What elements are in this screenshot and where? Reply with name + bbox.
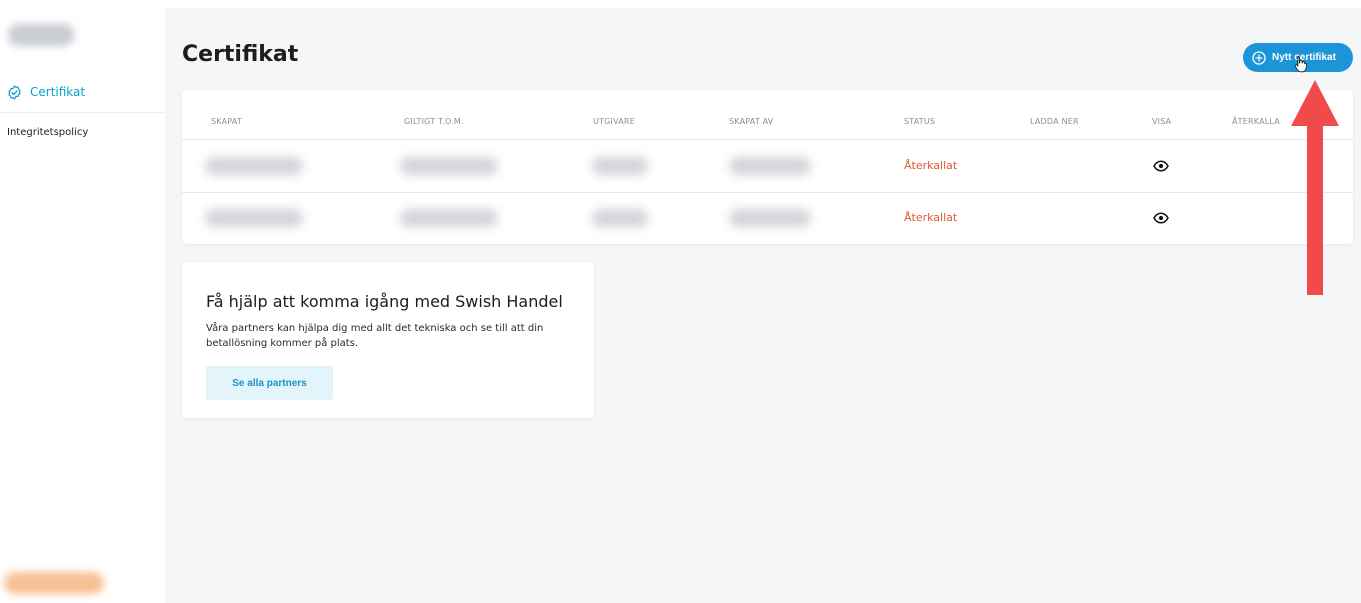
redacted-cell [205, 209, 303, 227]
redacted-cell [400, 209, 498, 227]
annotation-arrow-icon [1291, 80, 1339, 295]
status-badge: Återkallat [904, 159, 958, 172]
help-card-title: Få hjälp att komma igång med Swish Hande… [206, 292, 563, 311]
redacted-cell [729, 157, 811, 175]
sidebar: Certifikat Integritetspolicy [0, 0, 165, 603]
sidebar-divider [0, 112, 165, 113]
column-header-aterkalla: ÅTERKALLA [1232, 117, 1280, 126]
redacted-cell [592, 157, 648, 175]
column-header-skapat-av: SKAPAT AV [729, 117, 774, 126]
column-header-giltigt: GILTIGT T.O.M. [404, 117, 464, 126]
sidebar-logo [8, 24, 74, 46]
hand-cursor-icon [1294, 56, 1307, 73]
sidebar-item-integritetspolicy[interactable]: Integritetspolicy [0, 124, 165, 140]
status-badge: Återkallat [904, 211, 958, 224]
column-header-skapat: SKAPAT [211, 117, 242, 126]
page-title: Certifikat [182, 42, 299, 67]
row-divider [182, 192, 1353, 193]
column-header-utgivare: UTGIVARE [593, 117, 635, 126]
plus-circle-icon [1252, 50, 1266, 65]
sidebar-item-certifikat[interactable]: Certifikat [0, 80, 165, 104]
verified-check-icon [7, 84, 22, 100]
eye-icon[interactable] [1153, 212, 1169, 224]
column-header-visa: VISA [1152, 117, 1172, 126]
sidebar-item-label: Integritetspolicy [7, 126, 89, 138]
column-header-status: STATUS [904, 117, 936, 126]
redacted-cell [729, 209, 811, 227]
redacted-cell [400, 157, 498, 175]
sidebar-bottom-logo [4, 572, 104, 594]
redacted-cell [205, 157, 303, 175]
see-all-partners-button[interactable]: Se alla partners [206, 366, 333, 400]
eye-icon[interactable] [1153, 160, 1169, 172]
column-header-ladda-ner: LADDA NER [1030, 117, 1079, 126]
redacted-cell [592, 209, 648, 227]
sidebar-item-label: Certifikat [30, 85, 86, 99]
help-card-text: Våra partners kan hjälpa dig med allt de… [206, 323, 544, 349]
table-header-divider [182, 139, 1353, 140]
